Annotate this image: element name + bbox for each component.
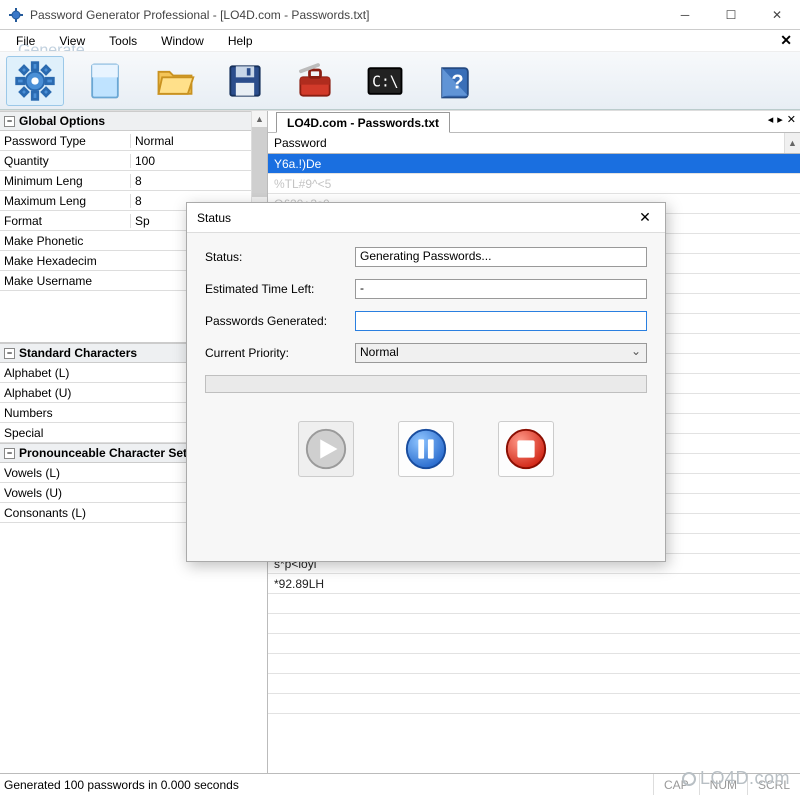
- menu-bar: File View Tools Window Help ✕: [0, 30, 800, 52]
- tool-help[interactable]: ?: [426, 56, 484, 106]
- option-row[interactable]: Minimum Leng8: [0, 171, 267, 191]
- pronounce-label: Consonants (L): [0, 506, 130, 520]
- status-text: Generated 100 passwords in 0.000 seconds: [4, 778, 239, 792]
- column-password: Password: [274, 136, 327, 150]
- label-passwords-generated: Passwords Generated:: [205, 314, 355, 328]
- menu-help[interactable]: Help: [216, 31, 265, 51]
- app-icon: [8, 7, 24, 23]
- password-row-empty[interactable]: [268, 694, 800, 714]
- option-row[interactable]: Quantity100: [0, 151, 267, 171]
- tool-generate[interactable]: [6, 56, 64, 106]
- option-value[interactable]: Normal: [130, 134, 267, 148]
- field-status: Generating Passwords...: [355, 247, 647, 267]
- stop-button[interactable]: [498, 421, 554, 477]
- mdi-close-button[interactable]: ✕: [780, 32, 792, 49]
- status-dialog: Status ✕ Status: Generating Passwords...…: [186, 202, 666, 562]
- field-eta: -: [355, 279, 647, 299]
- collapse-icon[interactable]: −: [4, 448, 15, 459]
- label-eta: Estimated Time Left:: [205, 282, 355, 296]
- command-prompt-icon: C:\: [363, 59, 407, 103]
- play-button[interactable]: [298, 421, 354, 477]
- option-label: Format: [0, 214, 130, 228]
- tab-strip: LO4D.com - Passwords.txt ◂ ▸ ✕: [268, 111, 800, 133]
- pronounce-label: Vowels (U): [0, 486, 130, 500]
- option-label: Make Hexadecim: [0, 254, 130, 268]
- minimize-button[interactable]: ─: [662, 0, 708, 29]
- close-button[interactable]: ✕: [754, 0, 800, 29]
- scroll-thumb[interactable]: [252, 127, 267, 197]
- open-folder-icon: [153, 59, 197, 103]
- tool-open[interactable]: [146, 56, 204, 106]
- password-row[interactable]: Y6a.!)De: [268, 154, 800, 174]
- menu-view[interactable]: View: [47, 31, 97, 51]
- pause-button[interactable]: [398, 421, 454, 477]
- toolbar: C:\ ?: [0, 52, 800, 110]
- panel-global-options[interactable]: − Global Options: [0, 111, 267, 131]
- play-icon: [303, 426, 349, 472]
- tool-new[interactable]: [76, 56, 134, 106]
- new-file-icon: [83, 59, 127, 103]
- tab-close-icon[interactable]: ✕: [787, 113, 796, 126]
- panel-title-global: Global Options: [19, 114, 105, 128]
- watermark: LO4D.com: [682, 768, 790, 789]
- charset-label: Numbers: [0, 406, 130, 420]
- pause-icon: [403, 426, 449, 472]
- label-status: Status:: [205, 250, 355, 264]
- list-scroll-up-icon[interactable]: ▲: [784, 133, 800, 153]
- option-label: Quantity: [0, 154, 130, 168]
- password-row-empty[interactable]: [268, 674, 800, 694]
- password-row[interactable]: *92.89LH: [268, 574, 800, 594]
- charset-label: Special: [0, 426, 130, 440]
- scroll-up-icon[interactable]: ▲: [252, 111, 267, 127]
- svg-text:?: ?: [451, 71, 463, 93]
- option-label: Make Username: [0, 274, 130, 288]
- dropdown-priority[interactable]: Normal: [355, 343, 647, 363]
- tool-save[interactable]: [216, 56, 274, 106]
- pronounce-label: Vowels (L): [0, 466, 130, 480]
- panel-title-standard: Standard Characters: [19, 346, 137, 360]
- help-book-icon: ?: [433, 59, 477, 103]
- charset-label: Alphabet (U): [0, 386, 130, 400]
- charset-label: Alphabet (L): [0, 366, 130, 380]
- label-priority: Current Priority:: [205, 346, 355, 360]
- tool-toolbox[interactable]: [286, 56, 344, 106]
- toolbox-icon: [293, 59, 337, 103]
- panel-title-pronounceable: Pronounceable Character Set: [19, 446, 187, 460]
- password-row-empty[interactable]: [268, 594, 800, 614]
- option-label: Minimum Leng: [0, 174, 130, 188]
- window-title: Password Generator Professional - [LO4D.…: [30, 8, 662, 22]
- collapse-icon[interactable]: −: [4, 348, 15, 359]
- option-row[interactable]: Password TypeNormal: [0, 131, 267, 151]
- menu-window[interactable]: Window: [149, 31, 216, 51]
- save-disk-icon: [223, 59, 267, 103]
- tab-next-icon[interactable]: ▸: [777, 113, 783, 126]
- dialog-title: Status: [197, 211, 231, 225]
- password-row[interactable]: %TL#9^<5: [268, 174, 800, 194]
- option-label: Make Phonetic: [0, 234, 130, 248]
- dialog-titlebar[interactable]: Status ✕: [187, 203, 665, 233]
- option-value[interactable]: 100: [130, 154, 267, 168]
- tool-cmd[interactable]: C:\: [356, 56, 414, 106]
- tab-passwords-file[interactable]: LO4D.com - Passwords.txt: [276, 112, 450, 133]
- dialog-close-button[interactable]: ✕: [625, 209, 665, 226]
- menu-tools[interactable]: Tools: [97, 31, 149, 51]
- gear-icon: [13, 59, 57, 103]
- stop-icon: [503, 426, 549, 472]
- progress-bar: [205, 375, 647, 393]
- list-header[interactable]: Password ▲: [268, 133, 800, 154]
- maximize-button[interactable]: ☐: [708, 0, 754, 29]
- option-value[interactable]: 8: [130, 174, 267, 188]
- password-row-empty[interactable]: [268, 614, 800, 634]
- svg-text:C:\: C:\: [372, 73, 398, 90]
- menu-file[interactable]: File: [4, 31, 47, 51]
- password-row-empty[interactable]: [268, 634, 800, 654]
- window-titlebar: Password Generator Professional - [LO4D.…: [0, 0, 800, 30]
- option-label: Maximum Leng: [0, 194, 130, 208]
- status-bar: Generated 100 passwords in 0.000 seconds…: [0, 773, 800, 795]
- tab-prev-icon[interactable]: ◂: [768, 113, 774, 126]
- option-label: Password Type: [0, 134, 130, 148]
- collapse-icon[interactable]: −: [4, 116, 15, 127]
- field-passwords-generated[interactable]: [355, 311, 647, 331]
- password-row-empty[interactable]: [268, 654, 800, 674]
